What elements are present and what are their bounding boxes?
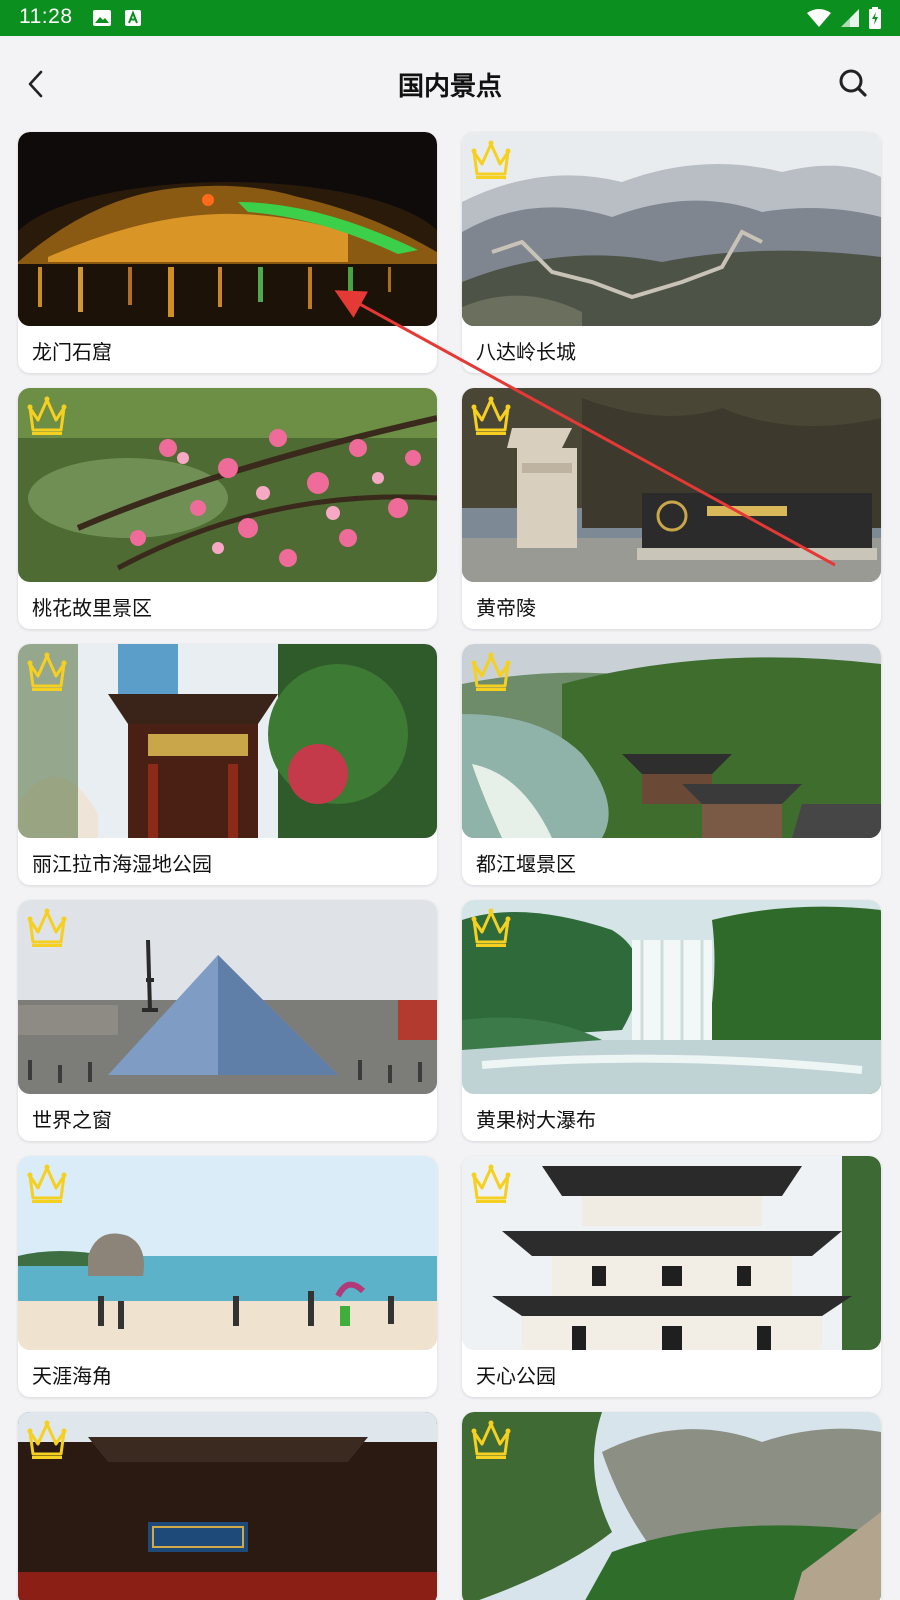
spot-image [462,388,881,582]
spot-card[interactable]: 八达岭长城 [462,132,881,373]
spot-card[interactable] [18,1412,437,1600]
spot-image [18,1156,437,1350]
spot-card[interactable]: 世界之窗 [18,900,437,1141]
image-icon [93,10,111,26]
crown-icon [471,1420,511,1459]
crown-icon [27,652,67,691]
search-icon [839,69,867,97]
spot-name: 都江堰景区 [476,852,576,876]
signal-icon [841,9,859,27]
crown-icon [27,396,67,435]
spot-card[interactable]: 天心公园 [462,1156,881,1397]
wifi-icon [807,9,831,27]
spot-image [18,644,437,838]
spot-image [18,388,437,582]
page-title: 国内景点 [397,72,502,102]
spot-card[interactable]: 丽江拉市海湿地公园 [18,644,437,885]
a-icon [125,10,141,26]
spot-name: 天涯海角 [32,1364,112,1388]
spot-name: 黄果树大瀑布 [476,1108,596,1132]
spot-image [462,900,881,1094]
status-time: 11:28 [19,5,73,28]
spot-name: 黄帝陵 [476,596,536,620]
crown-icon [471,908,511,947]
spot-image [18,132,437,326]
spot-card[interactable]: 都江堰景区 [462,644,881,885]
spot-card[interactable]: 黄帝陵 [462,388,881,629]
crown-icon [471,652,511,691]
spot-card[interactable] [462,1412,881,1600]
spot-image [462,644,881,838]
spot-image [18,900,437,1094]
spot-image [462,1412,881,1600]
scenic-spot-grid: 龙门石窟 八达岭长城 桃花故里景区 黄帝陵 丽江拉市海湿地公园 都江堰景区 世界… [18,132,882,1600]
spot-card[interactable]: 天涯海角 [18,1156,437,1397]
spot-card[interactable]: 黄果树大瀑布 [462,900,881,1141]
crown-icon [27,1420,67,1459]
spot-name: 世界之窗 [32,1108,112,1132]
spot-name: 桃花故里景区 [32,596,152,620]
crown-icon [27,908,67,947]
top-app-bar: 国内景点 [0,36,900,132]
spot-image [462,1156,881,1350]
crown-icon [471,396,511,435]
crown-icon [27,1164,67,1203]
spot-name: 龙门石窟 [32,340,112,364]
crown-icon [471,140,511,179]
battery-icon [869,7,881,29]
spot-name: 天心公园 [476,1364,556,1388]
spot-card[interactable]: 龙门石窟 [18,132,437,373]
spot-card[interactable]: 桃花故里景区 [18,388,437,629]
status-bar: 11:28 [0,0,900,36]
search-button[interactable] [836,66,870,100]
crown-icon [471,1164,511,1203]
spot-name: 八达岭长城 [476,340,576,364]
spot-name: 丽江拉市海湿地公园 [32,852,212,876]
spot-image [18,1412,437,1600]
spot-image [462,132,881,326]
